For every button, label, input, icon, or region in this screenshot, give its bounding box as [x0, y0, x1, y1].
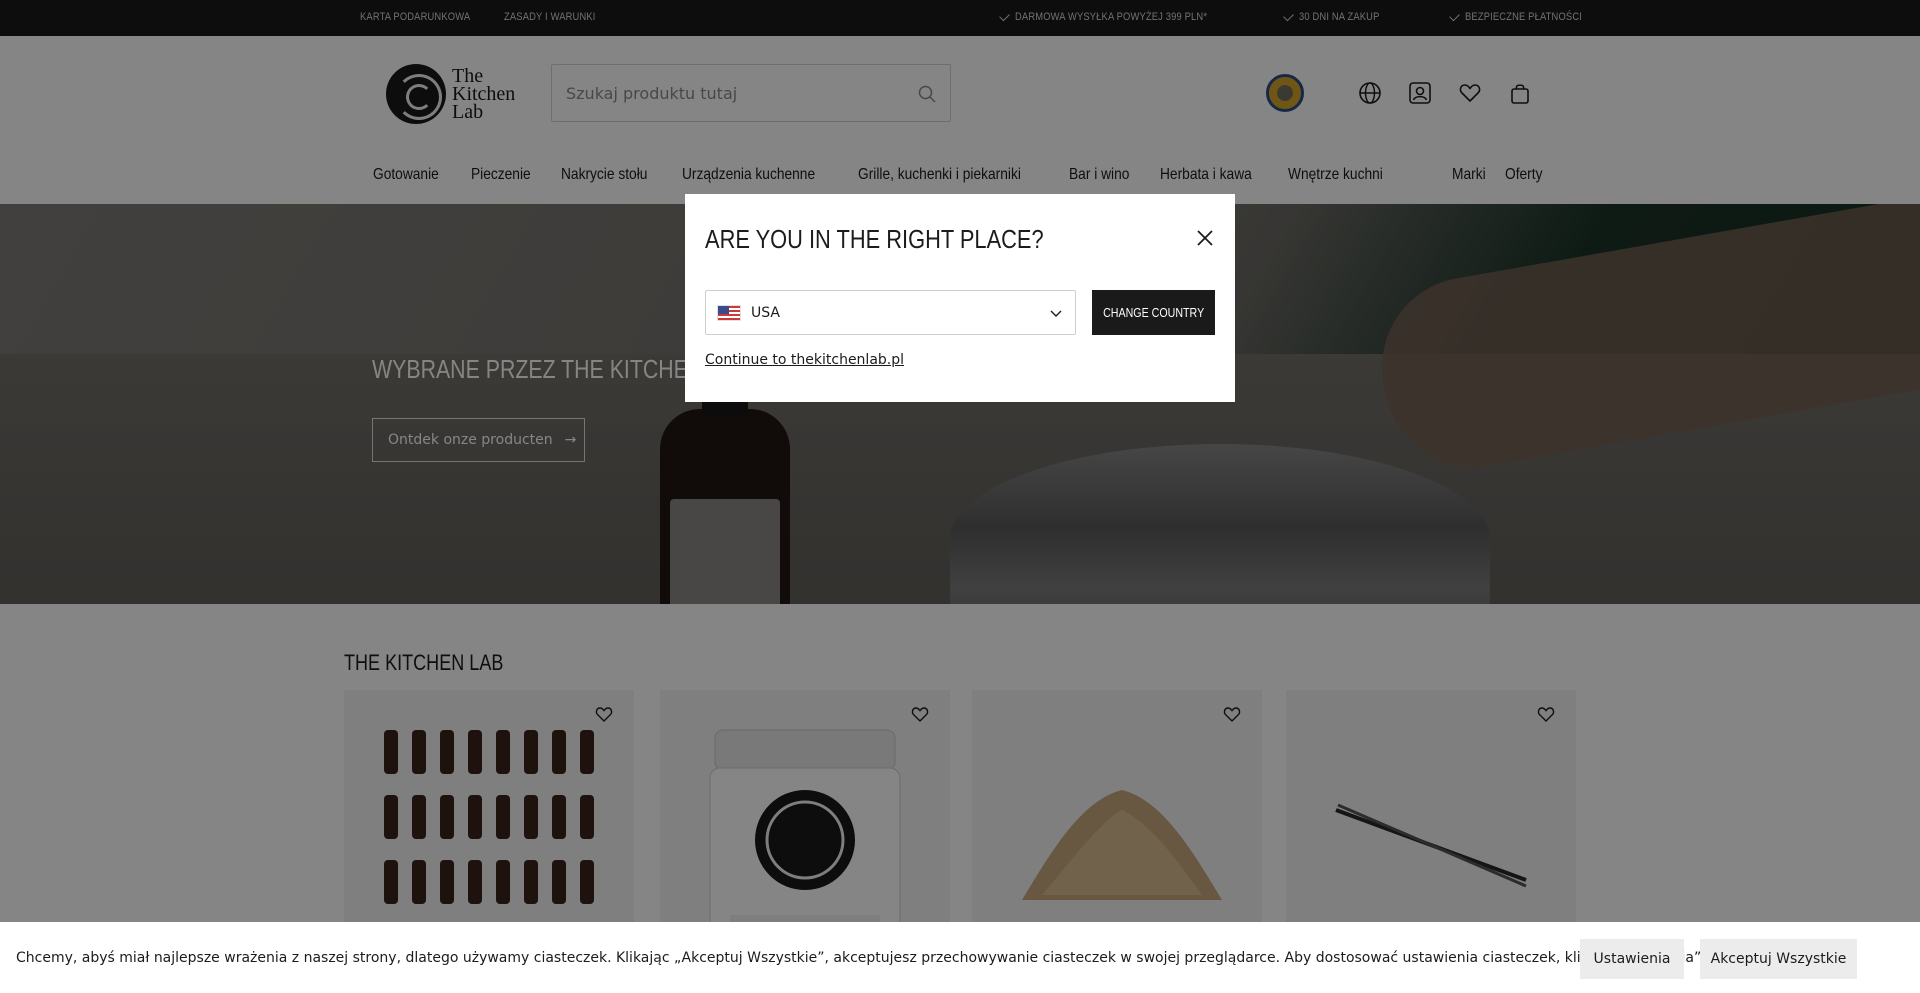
country-modal: ARE YOU IN THE RIGHT PLACE? USA CHANGE C…	[685, 194, 1235, 402]
selected-country: USA	[751, 304, 780, 321]
cookie-accept-all-button[interactable]: Akceptuj Wszystkie	[1700, 939, 1857, 979]
cookie-banner: Chcemy, abyś miał najlepsze wrażenia z n…	[0, 922, 1920, 993]
cookie-settings-button[interactable]: Ustawienia	[1580, 939, 1684, 979]
country-select[interactable]: USA	[705, 290, 1076, 335]
close-icon[interactable]	[1195, 228, 1215, 248]
cookie-text: Chcemy, abyś miał najlepsze wrażenia z n…	[16, 950, 1706, 966]
chevron-down-icon	[1050, 310, 1062, 317]
continue-link[interactable]: Continue to thekitchenlab.pl	[705, 352, 904, 368]
modal-title: ARE YOU IN THE RIGHT PLACE?	[705, 224, 1044, 254]
us-flag-icon	[717, 304, 741, 321]
modal-overlay[interactable]	[0, 0, 1920, 993]
change-country-button[interactable]: CHANGE COUNTRY	[1092, 290, 1215, 335]
